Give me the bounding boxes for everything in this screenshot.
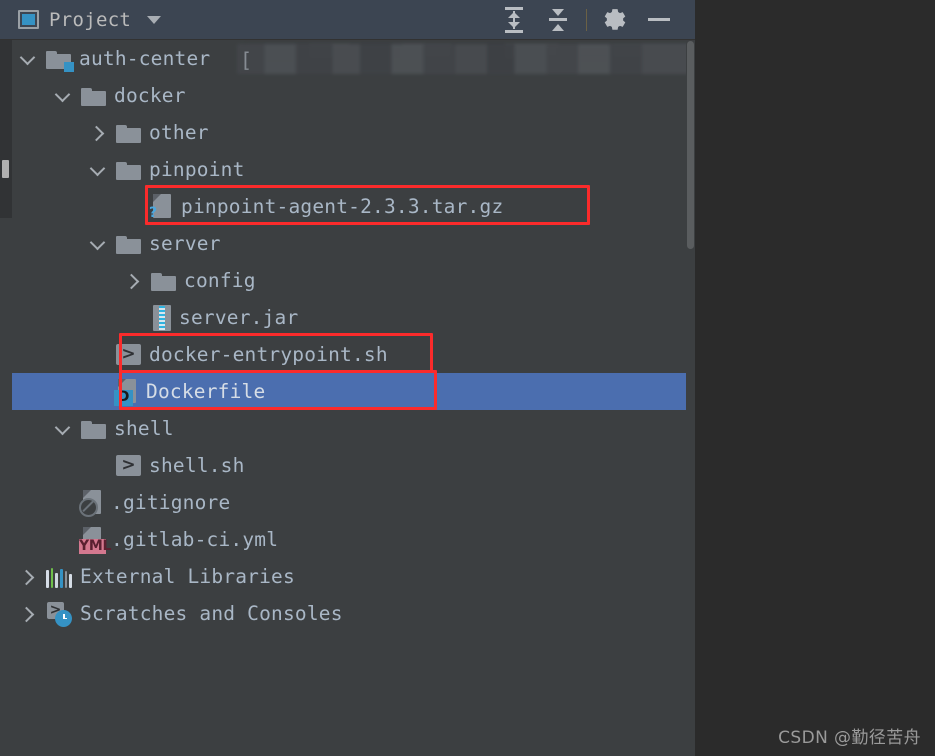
redacted-path-blur xyxy=(237,44,692,74)
shell-script-icon xyxy=(116,455,141,476)
libraries-icon xyxy=(46,566,73,588)
chevron-down-icon[interactable] xyxy=(90,236,106,252)
path-bracket: [ xyxy=(240,48,253,72)
collapse-all-button[interactable] xyxy=(536,0,580,40)
expand-all-icon xyxy=(503,6,525,33)
folder-icon xyxy=(151,271,176,291)
toolbar-divider xyxy=(586,8,587,31)
tree-row[interactable]: docker-entrypoint.sh xyxy=(12,336,695,373)
gear-icon xyxy=(604,8,626,30)
tool-window-strip xyxy=(0,40,12,218)
project-title-group[interactable]: Project xyxy=(0,9,492,31)
tree-row-label: .gitlab-ci.yml xyxy=(111,528,279,551)
tree-row[interactable]: other xyxy=(12,114,695,151)
tree-row[interactable]: server.jar xyxy=(12,299,695,336)
chevron-right-icon[interactable] xyxy=(125,273,141,289)
tree-row-label: pinpoint-agent-2.3.3.tar.gz xyxy=(181,195,504,218)
tree-row[interactable]: ? pinpoint-agent-2.3.3.tar.gz xyxy=(12,188,695,225)
gitignore-file-icon xyxy=(79,490,103,517)
folder-icon xyxy=(116,123,141,143)
tree-row-selected[interactable]: D Dockerfile xyxy=(12,373,695,410)
tree-indent-spacer xyxy=(125,310,141,326)
jar-archive-icon xyxy=(153,304,171,331)
tree-row-label: docker-entrypoint.sh xyxy=(149,343,388,366)
hide-button[interactable] xyxy=(637,0,681,40)
tree-indent-spacer xyxy=(125,199,141,215)
tree-row-label: auth-center xyxy=(79,47,211,70)
chevron-down-icon[interactable] xyxy=(55,421,71,437)
header-toolbar xyxy=(492,0,695,40)
expand-all-button[interactable] xyxy=(492,0,536,40)
tree-row[interactable]: External Libraries xyxy=(12,558,695,595)
project-tree[interactable]: auth-center docker other pinpoint? pinpoint-… xyxy=(12,40,695,756)
tree-row[interactable]: shell.sh xyxy=(12,447,695,484)
tree-indent-spacer xyxy=(90,347,106,363)
tree-indent-spacer xyxy=(90,458,106,474)
folder-icon xyxy=(81,86,106,106)
tree-row-label: External Libraries xyxy=(80,565,295,588)
chevron-down-icon[interactable] xyxy=(55,88,71,104)
chevron-right-icon[interactable] xyxy=(20,569,36,585)
scrollbar-thumb[interactable] xyxy=(687,41,694,249)
scratches-icon xyxy=(46,601,72,627)
tree-row-label: docker xyxy=(114,84,186,107)
chevron-down-icon[interactable] xyxy=(90,162,106,178)
minus-icon xyxy=(648,18,670,21)
dockerfile-icon: D xyxy=(114,379,138,406)
tree-row-label: config xyxy=(184,269,256,292)
project-window-icon xyxy=(18,10,39,29)
tree-row[interactable]: server xyxy=(12,225,695,262)
tool-window-tab-handle[interactable] xyxy=(2,160,9,178)
tree-row-label: other xyxy=(149,121,209,144)
tree-row-label: .gitignore xyxy=(111,491,231,514)
tree-row[interactable]: shell xyxy=(12,410,695,447)
tree-row[interactable]: Scratches and Consoles xyxy=(12,595,695,632)
tree-row-label: server.jar xyxy=(179,306,299,329)
tree-indent-spacer xyxy=(90,384,106,400)
vertical-scrollbar[interactable] xyxy=(686,41,695,756)
tree-row-label: shell.sh xyxy=(149,454,245,477)
tree-row[interactable]: config xyxy=(12,262,695,299)
project-tool-window: Project auth-center docker other pinpoin… xyxy=(0,0,695,756)
tree-row-label: shell xyxy=(114,417,174,440)
tree-row-label: Scratches and Consoles xyxy=(80,602,343,625)
watermark: CSDN @勤径苦舟 xyxy=(778,728,921,748)
module-folder-icon xyxy=(46,49,74,72)
tree-row[interactable]: .gitignore xyxy=(12,484,695,521)
chevron-right-icon[interactable] xyxy=(90,125,106,141)
tree-row-label: pinpoint xyxy=(149,158,245,181)
tree-row-label: server xyxy=(149,232,221,255)
settings-button[interactable] xyxy=(593,0,637,40)
page-title: Project xyxy=(49,8,132,31)
shell-script-icon xyxy=(116,344,141,365)
chevron-down-icon[interactable] xyxy=(147,15,162,24)
unknown-file-icon: ? xyxy=(149,194,173,221)
tree-indent-spacer xyxy=(55,532,71,548)
tree-row[interactable]: docker xyxy=(12,77,695,114)
folder-icon xyxy=(116,160,141,180)
folder-icon xyxy=(116,234,141,254)
tree-row[interactable]: YML .gitlab-ci.yml xyxy=(12,521,695,558)
tree-row-label: Dockerfile xyxy=(146,380,266,403)
collapse-all-icon xyxy=(547,7,569,33)
tree-indent-spacer xyxy=(55,495,71,511)
tree-row[interactable]: pinpoint xyxy=(12,151,695,188)
folder-icon xyxy=(81,419,106,439)
chevron-right-icon[interactable] xyxy=(20,606,36,622)
chevron-down-icon[interactable] xyxy=(20,51,36,67)
yaml-file-icon: YML xyxy=(79,527,111,554)
project-tool-window-header: Project xyxy=(0,0,695,40)
